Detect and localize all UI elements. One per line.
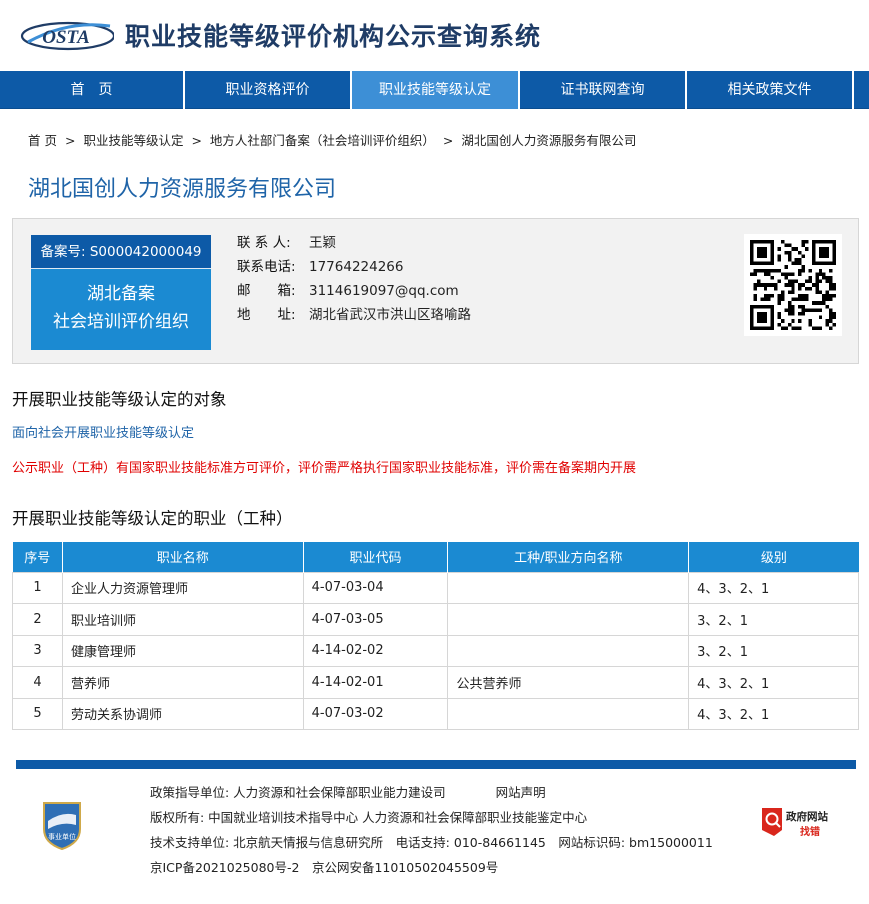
contact-info: 联 系 人: 王颖 联系电话: 17764224266 邮 箱: 3114619097…	[237, 231, 471, 327]
nav-skill-level-certification[interactable]: 职业技能等级认定	[352, 71, 518, 109]
header-occupation-name: 职业名称	[61, 542, 304, 572]
cell-occupation-code: 4-14-02-01	[302, 666, 449, 699]
registration-region: 湖北备案	[87, 284, 155, 304]
contact-address-value: 湖北省武汉市洪山区珞喻路	[309, 307, 471, 323]
registration-number-label: 备案号:	[40, 244, 86, 260]
cell-occupation-name: 劳动关系协调师	[61, 697, 304, 730]
badge-text: 事业单位	[48, 832, 76, 841]
contact-email-value: 3114619097@qq.com	[309, 283, 459, 299]
cell-occupation-code: 4-07-03-04	[302, 571, 449, 604]
osta-logo[interactable]: OSTA	[18, 14, 114, 54]
nav-qualification-evaluation[interactable]: 职业资格评价	[185, 71, 350, 109]
footer-policy-row: 政策指导单位: 人力资源和社会保障部职业能力建设司 网站声明	[150, 780, 713, 805]
breadcrumb-local-filing[interactable]: 地方人社部门备案（社会培训评价组织）	[210, 133, 435, 148]
cell-index: 4	[12, 666, 63, 699]
nav-policy-documents[interactable]: 相关政策文件	[687, 71, 852, 109]
registration-number: 备案号: S000042000049	[31, 235, 211, 269]
contact-email-row: 邮 箱: 3114619097@qq.com	[237, 279, 471, 303]
breadcrumb-home[interactable]: 首 页	[28, 133, 57, 148]
cell-work-type: 公共营养师	[447, 666, 690, 699]
cell-level: 3、2、1	[688, 603, 859, 636]
cell-work-type	[447, 571, 690, 604]
site-title: 职业技能等级评价机构公示查询系统	[125, 22, 542, 51]
logo-text: OSTA	[42, 27, 90, 48]
gov-badge-subtitle: 找错	[800, 825, 820, 838]
gov-badge-title: 政府网站	[786, 810, 828, 823]
breadcrumb-separator: >	[191, 133, 202, 148]
section-heading-occupations: 开展职业技能等级认定的职业（工种）	[12, 509, 293, 528]
cell-level: 4、3、2、1	[688, 666, 859, 699]
table-row: 1 企业人力资源管理师 4-07-03-04 4、3、2、1	[12, 571, 859, 604]
breadcrumb-separator: >	[64, 133, 76, 148]
header-occupation-code: 职业代码	[302, 542, 448, 572]
table-row: 4 营养师 4-14-02-01 公共营养师 4、3、2、1	[12, 666, 859, 699]
contact-person-label: 联 系 人:	[237, 235, 291, 251]
cell-occupation-code: 4-07-03-02	[302, 697, 449, 730]
registration-badge: 备案号: S000042000049 湖北备案 社会培训评价组织	[31, 235, 211, 350]
footer-info: 政策指导单位: 人力资源和社会保障部职业能力建设司 网站声明 版权所有: 中国就…	[150, 780, 713, 880]
cell-occupation-code: 4-14-02-02	[302, 634, 449, 667]
cell-level: 4、3、2、1	[688, 571, 859, 604]
registration-type: 社会培训评价组织	[53, 312, 189, 332]
org-info-panel: 备案号: S000042000049 湖北备案 社会培训评价组织 联 系 人: 王…	[12, 218, 859, 364]
footer-copyright: 版权所有: 中国就业培训技术指导中心 人力资源和社会保障部职业技能鉴定中心	[150, 810, 588, 825]
cell-occupation-name: 企业人力资源管理师	[61, 571, 304, 604]
cell-occupation-name: 职业培训师	[61, 603, 304, 636]
footer-policy-unit: 政策指导单位: 人力资源和社会保障部职业能力建设司	[150, 785, 446, 800]
cell-occupation-code: 4-07-03-05	[302, 603, 449, 636]
contact-phone-value: 17764224266	[309, 259, 404, 275]
evaluation-notice: 公示职业（工种）有国家职业技能标准方可评价，评价需严格执行国家职业技能标准，评价…	[12, 461, 637, 476]
contact-phone-label: 联系电话:	[237, 259, 296, 275]
qr-code-icon	[750, 240, 836, 330]
nav-home[interactable]: 首 页	[0, 71, 183, 109]
site-statement-link[interactable]: 网站声明	[496, 785, 546, 800]
main-nav: 首 页 职业资格评价 职业技能等级认定 证书联网查询 相关政策文件	[0, 71, 869, 109]
table-header-row: 序号 职业名称 职业代码 工种/职业方向名称 级别	[12, 542, 859, 572]
cell-work-type	[447, 603, 690, 636]
certification-target: 面向社会开展职业技能等级认定	[12, 426, 195, 441]
site-header: OSTA 职业技能等级评价机构公示查询系统	[0, 0, 869, 70]
page-title: 湖北国创人力资源服务有限公司	[28, 177, 337, 202]
section-heading-target: 开展职业技能等级认定的对象	[12, 390, 227, 409]
public-institution-badge[interactable]: 事业单位	[40, 799, 84, 851]
cell-index: 3	[12, 634, 63, 667]
contact-person-row: 联 系 人: 王颖	[237, 231, 471, 255]
cell-occupation-name: 营养师	[61, 666, 304, 699]
footer-tech-support: 技术支持单位: 北京航天情报与信息研究所 电话支持: 010-84661145 …	[150, 835, 713, 850]
cell-work-type	[447, 697, 690, 730]
footer-icp[interactable]: 京ICP备2021025080号-2 京公网安备11010502045509号	[150, 855, 713, 880]
nav-certificate-query[interactable]: 证书联网查询	[520, 71, 685, 109]
table-row: 3 健康管理师 4-14-02-02 3、2、1	[12, 634, 859, 667]
cell-level: 4、3、2、1	[688, 697, 859, 730]
qr-code	[744, 234, 842, 336]
contact-email-label: 邮 箱:	[237, 283, 296, 299]
contact-address-label: 地 址:	[237, 307, 296, 323]
table-row: 2 职业培训师 4-07-03-05 3、2、1	[12, 603, 859, 636]
breadcrumb-skill-certification[interactable]: 职业技能等级认定	[83, 133, 183, 148]
header-level: 级别	[688, 542, 859, 572]
breadcrumb-current: 湖北国创人力资源服务有限公司	[461, 133, 637, 148]
contact-address-row: 地 址: 湖北省武汉市洪山区珞喻路	[237, 303, 471, 327]
cell-index: 5	[12, 697, 63, 730]
table-row: 5 劳动关系协调师 4-07-03-02 4、3、2、1	[12, 697, 859, 730]
nav-divider	[852, 71, 854, 109]
contact-phone-row: 联系电话: 17764224266	[237, 255, 471, 279]
header-index: 序号	[12, 542, 63, 572]
breadcrumb-separator: >	[442, 133, 454, 148]
cell-level: 3、2、1	[688, 634, 859, 667]
cell-work-type	[447, 634, 690, 667]
cell-index: 1	[12, 571, 63, 604]
cell-index: 2	[12, 603, 63, 636]
registration-number-value: S000042000049	[89, 244, 202, 260]
gov-site-error-report[interactable]: 政府网站 找错	[760, 804, 840, 840]
contact-person-value: 王颖	[309, 235, 336, 251]
footer-divider	[16, 760, 856, 769]
cell-occupation-name: 健康管理师	[61, 634, 304, 667]
header-work-type: 工种/职业方向名称	[447, 542, 689, 572]
occupations-table: 序号 职业名称 职业代码 工种/职业方向名称 级别 1 企业人力资源管理师 4-…	[12, 542, 859, 730]
breadcrumb: 首 页 > 职业技能等级认定 > 地方人社部门备案（社会培训评价组织） > 湖北…	[28, 130, 640, 149]
